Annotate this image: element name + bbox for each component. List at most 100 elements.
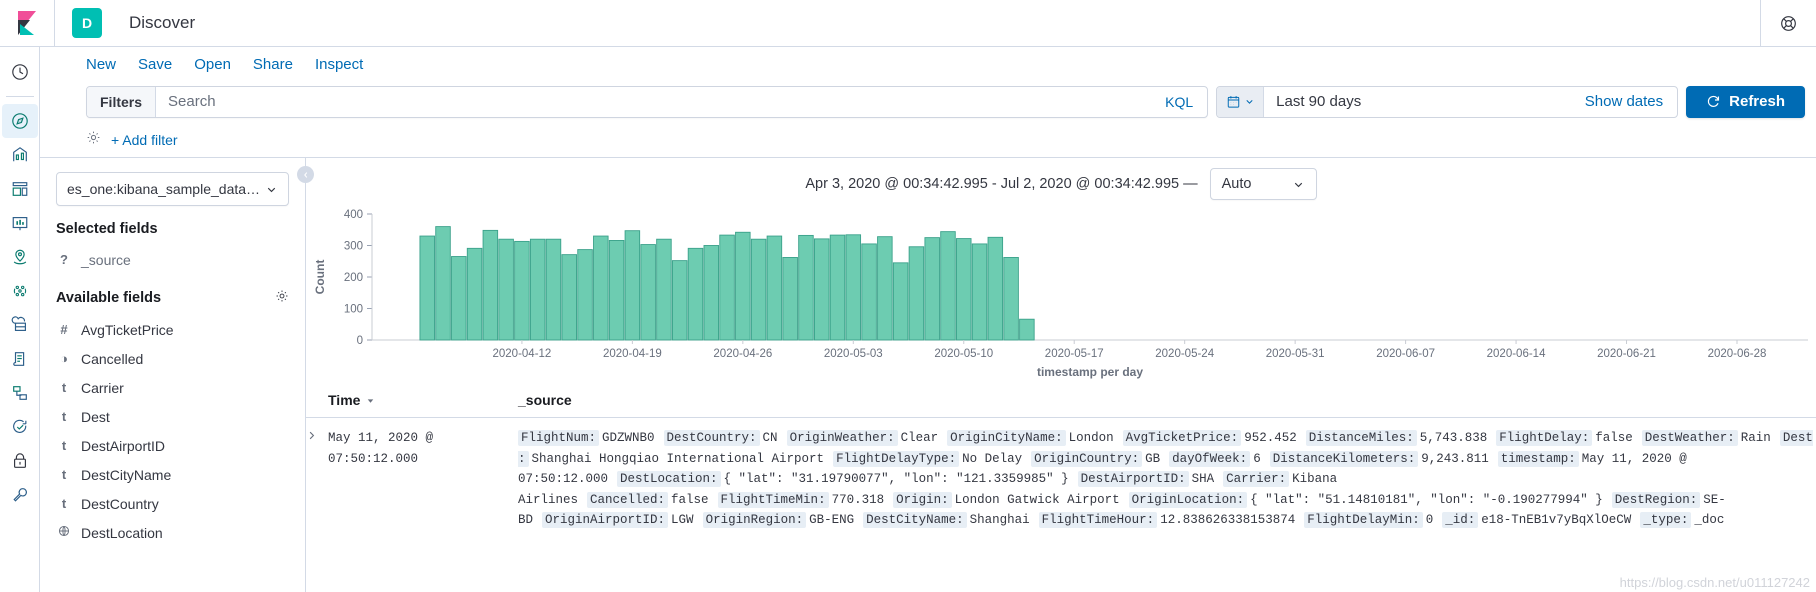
field-sidebar: es_one:kibana_sample_data_flig... Select… [40, 158, 305, 592]
rail-item-discover[interactable] [1, 104, 38, 138]
svg-text:timestamp per day: timestamp per day [1037, 365, 1143, 379]
calendar-icon[interactable] [1217, 86, 1265, 117]
help-circle-icon[interactable] [1761, 15, 1816, 32]
field-item-destairportid[interactable]: t DestAirportID [56, 431, 289, 460]
svg-text:200: 200 [344, 272, 363, 284]
filters-button[interactable]: Filters [87, 86, 157, 117]
search-input[interactable] [156, 86, 1152, 117]
source-field-value: GB-ENG [809, 513, 855, 528]
source-field-key: DestCityName: [863, 512, 967, 529]
field-item-dest[interactable]: t Dest [56, 402, 289, 431]
source-field-value: 0 [1425, 513, 1434, 528]
nav-save-button[interactable]: Save [138, 56, 172, 73]
column-header-time: Time [328, 392, 361, 408]
chevron-down-icon [1246, 100, 1253, 104]
source-field-value: 6 [1253, 451, 1261, 466]
selected-fields-header: Selected fields [56, 221, 289, 237]
source-field-value: Rain [1740, 431, 1771, 445]
source-field-key: DestRegion: [1611, 491, 1701, 508]
svg-text:300: 300 [344, 241, 363, 253]
field-item-avgticketprice[interactable]: # AvgTicketPrice [56, 315, 289, 344]
header-right-actions [1760, 0, 1816, 47]
date-picker: Last 90 days Show dates [1216, 85, 1679, 118]
gear-icon[interactable] [275, 289, 289, 307]
rail-item-infrastructure[interactable] [2, 308, 38, 342]
rail-item-recently-viewed[interactable] [2, 55, 38, 89]
source-field-key: OriginCityName: [947, 430, 1066, 446]
source-field-key: OriginCountry: [1031, 450, 1143, 467]
svg-text:2020-06-07: 2020-06-07 [1376, 348, 1435, 360]
header-source-col[interactable]: _source [518, 392, 1816, 408]
chevron-right-icon[interactable] [306, 428, 328, 531]
rail-item-logs[interactable] [2, 342, 38, 376]
gear-icon[interactable] [86, 130, 101, 150]
field-item-cancelled[interactable]: ◑ Cancelled [56, 344, 289, 373]
nav-open-button[interactable]: Open [194, 56, 231, 73]
source-field-value: 9,243.811 [1421, 451, 1489, 466]
date-range-label[interactable]: Last 90 days [1264, 93, 1571, 110]
rail-item-apm[interactable] [2, 376, 38, 410]
source-field-value: London [1068, 431, 1114, 445]
app-badge[interactable]: D [72, 8, 102, 38]
nav-inspect-button[interactable]: Inspect [315, 56, 363, 73]
source-field-key: _id: [1442, 512, 1479, 529]
page-title: Discover [129, 13, 196, 32]
collapse-sidebar-button[interactable] [297, 166, 314, 183]
histogram-chart[interactable]: 0 100 200 300 400 Count 2020-04-12 2020-04-19 20… [306, 204, 1816, 382]
global-header: D Discover [0, 0, 1816, 47]
available-fields-header: Available fields [56, 289, 289, 307]
field-item-destcityname[interactable]: t DestCityName [56, 460, 289, 489]
source-field-key: FlightDelay: [1496, 430, 1593, 446]
source-field-key: _type: [1640, 512, 1692, 529]
source-field-key: DestLocation: [617, 471, 721, 488]
svg-text:2020-05-03: 2020-05-03 [824, 348, 883, 360]
selected-fields-label: Selected fields [56, 221, 158, 237]
document-table: Time _source May 11, 2020 @ 07:50:12.000… [306, 382, 1816, 592]
kibana-discover-app: D Discover New Save Open Share Inspect F… [0, 0, 1816, 592]
row-time-value: May 11, 2020 @ 07:50:12.000 [328, 431, 434, 466]
source-field-key: DestCountry: [663, 430, 760, 446]
rail-item-maps[interactable] [2, 240, 38, 274]
field-item-destcountry[interactable]: t DestCountry [56, 489, 289, 518]
table-row[interactable]: May 11, 2020 @ 07:50:12.000 FlightNum: GD… [306, 418, 1816, 531]
discover-top-nav: New Save Open Share Inspect [40, 47, 1816, 81]
source-field-value: Shanghai Hongqiao International Airport [531, 451, 825, 466]
source-field-value: false [671, 492, 709, 507]
rail-item-machine-learning[interactable] [2, 274, 38, 308]
index-pattern-select[interactable]: es_one:kibana_sample_data_flig... [56, 172, 289, 206]
kibana-logo-icon[interactable] [0, 0, 55, 47]
histogram-svg: 0 100 200 300 400 Count 2020-04-12 2020-04-19 20… [313, 209, 1808, 379]
field-item-carrier[interactable]: t Carrier [56, 373, 289, 402]
source-field-value: { "lat": "51.14810181", "lon": "-0.19027… [1250, 492, 1603, 507]
rail-item-uptime[interactable] [2, 410, 38, 444]
rail-item-dashboard[interactable] [2, 172, 38, 206]
source-field-value: No Delay [962, 451, 1023, 466]
field-item-destlocation[interactable]: DestLocation [56, 518, 289, 547]
field-name: Cancelled [81, 350, 144, 367]
chevron-down-icon [267, 187, 276, 192]
source-field-value: London Gatwick Airport [954, 492, 1120, 507]
query-bar: Filters KQL [40, 81, 1816, 122]
source-field-key: DestAirportID: [1077, 471, 1189, 488]
query-language-button[interactable]: KQL [1151, 94, 1207, 110]
field-name: DestCityName [81, 466, 172, 483]
nav-new-button[interactable]: New [86, 56, 116, 73]
nav-share-button[interactable]: Share [253, 56, 293, 73]
filter-bar: + Add filter [40, 122, 1816, 158]
chart-header: Apr 3, 2020 @ 00:34:42.995 - Jul 2, 2020… [306, 158, 1816, 204]
add-filter-button[interactable]: + Add filter [111, 132, 178, 148]
rail-item-canvas[interactable] [2, 206, 38, 240]
rail-item-dev-tools[interactable] [2, 478, 38, 512]
refresh-button[interactable]: Refresh [1686, 85, 1805, 118]
source-field-value: Shanghai [969, 513, 1030, 528]
string-field-icon: t [61, 409, 67, 424]
source-field-key: Cancelled: [587, 491, 669, 508]
show-dates-button[interactable]: Show dates [1571, 93, 1677, 110]
rail-item-visualize[interactable] [2, 138, 38, 172]
field-name: Dest [81, 408, 110, 425]
header-time-col[interactable]: Time [328, 392, 518, 408]
rail-item-security[interactable] [2, 444, 38, 478]
field-name: DestAirportID [81, 437, 166, 454]
field-item-source[interactable]: ? _source [56, 245, 289, 274]
interval-select[interactable]: Auto [1209, 168, 1317, 200]
